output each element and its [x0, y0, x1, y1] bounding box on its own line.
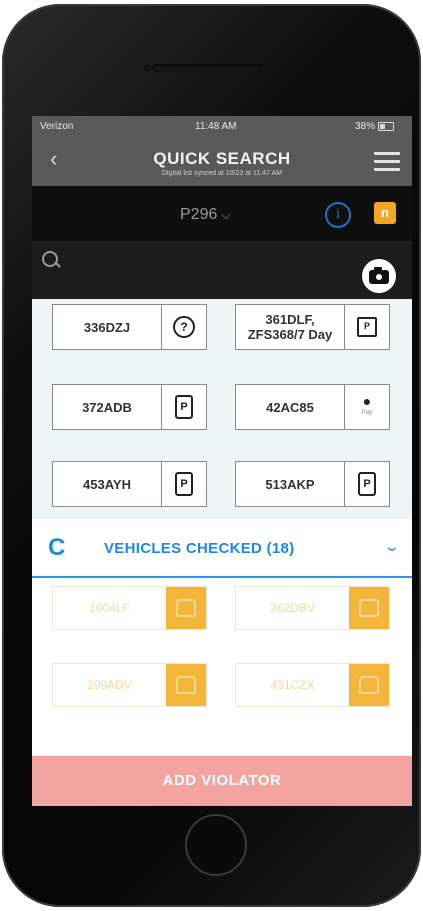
phone-pay-glyph: P: [358, 472, 376, 496]
checked-plate-card[interactable]: 299ADV: [52, 663, 207, 707]
status-time: 11:48 AM: [195, 120, 237, 132]
phone-pay-icon[interactable]: P: [161, 462, 206, 506]
checked-plate-number: 1004LF: [89, 601, 130, 615]
battery-indicator: 38%: [355, 121, 394, 132]
plate-card[interactable]: 361DLF, ZFS368/7 Day P: [235, 304, 390, 350]
camera-button[interactable]: [362, 259, 396, 293]
checked-plate-number: 299ADV: [87, 678, 132, 692]
plate-number: 513AKP: [265, 476, 315, 492]
earpiece-speaker: [152, 64, 262, 72]
plate-number: 453AYH: [83, 476, 131, 492]
plates-grid: 336DZJ ? 361DLF, ZFS368/7 Day P 372ADB P…: [32, 299, 412, 519]
camera-lens: [374, 272, 384, 282]
checked-plate-number: 262DBV: [270, 601, 315, 615]
apple-pay-sub: Pay: [361, 410, 373, 416]
search-icon[interactable]: [42, 251, 58, 267]
plate-number: 372ADB: [82, 399, 132, 415]
search-bar[interactable]: [32, 241, 412, 299]
chevron-down-icon[interactable]: ⌄: [383, 538, 401, 555]
status-bar: Verizon 11:48 AM 38%: [32, 116, 412, 136]
phone-frame: Verizon 11:48 AM 38% ‹ QUICK SEARCH Digi…: [2, 4, 421, 907]
vehicles-checked-label: VEHICLES CHECKED (18): [104, 540, 295, 557]
refresh-icon[interactable]: C: [48, 534, 65, 562]
checked-plate-number: 431CZX: [270, 678, 315, 692]
home-button[interactable]: [185, 814, 247, 876]
plate-number: 336DZJ: [83, 319, 131, 335]
phone-pay-glyph: P: [175, 472, 193, 496]
checked-plate-card[interactable]: 262DBV: [235, 586, 390, 630]
plate-card[interactable]: 513AKP P: [235, 461, 390, 507]
plate-card[interactable]: 453AYH P: [52, 461, 207, 507]
car-icon: [349, 587, 389, 629]
plate-number: 42AC85: [266, 399, 314, 415]
calendar-icon[interactable]: P: [344, 305, 389, 349]
apple-pay-glyph: ● Pay: [361, 394, 373, 419]
carrier-label: Verizon: [40, 120, 74, 132]
plate-card[interactable]: 42AC85 ● Pay: [235, 384, 390, 430]
battery-percent: 38%: [354, 120, 375, 132]
zone-bar: P296 ⌵ i n: [32, 186, 412, 241]
zone-selector[interactable]: P296 ⌵: [180, 206, 230, 224]
zone-label: P296: [180, 206, 218, 223]
page-title: QUICK SEARCH: [153, 149, 291, 168]
sync-status: Digital list synced at 10/23 at 11:47 AM: [161, 170, 283, 177]
calendar-glyph: P: [357, 317, 377, 337]
n-badge-icon[interactable]: n: [374, 202, 396, 224]
car-icon: [166, 587, 206, 629]
checked-plate-card[interactable]: 1004LF: [52, 586, 207, 630]
car-icon: [166, 664, 206, 706]
plate-card[interactable]: 336DZJ ?: [52, 304, 207, 350]
apple-pay-icon[interactable]: ● Pay: [344, 385, 389, 429]
question-icon[interactable]: ?: [161, 305, 206, 349]
phone-pay-glyph: P: [175, 395, 193, 419]
app-header: ‹ QUICK SEARCH Digital list synced at 10…: [32, 136, 412, 186]
car-icon: [349, 664, 389, 706]
vehicles-checked-toggle[interactable]: C VEHICLES CHECKED (18) ⌄: [32, 519, 412, 578]
checked-plate-card[interactable]: 431CZX: [235, 663, 390, 707]
hamburger-menu-icon[interactable]: [374, 152, 400, 172]
battery-icon: [378, 121, 394, 131]
phone-pay-icon[interactable]: P: [161, 385, 206, 429]
checked-plates-grid: 1004LF 262DBV 299ADV 431CZX: [32, 578, 412, 746]
plate-card[interactable]: 372ADB P: [52, 384, 207, 430]
question-glyph: ?: [173, 316, 195, 338]
chevron-down-icon: ⌵: [221, 208, 231, 222]
app-screen: Verizon 11:48 AM 38% ‹ QUICK SEARCH Digi…: [32, 116, 412, 806]
phone-pay-icon[interactable]: P: [344, 462, 389, 506]
plate-number: 361DLF, ZFS368/7 Day: [247, 312, 333, 342]
add-violator-button[interactable]: ADD VIOLATOR: [32, 756, 412, 806]
info-icon[interactable]: i: [325, 202, 351, 228]
